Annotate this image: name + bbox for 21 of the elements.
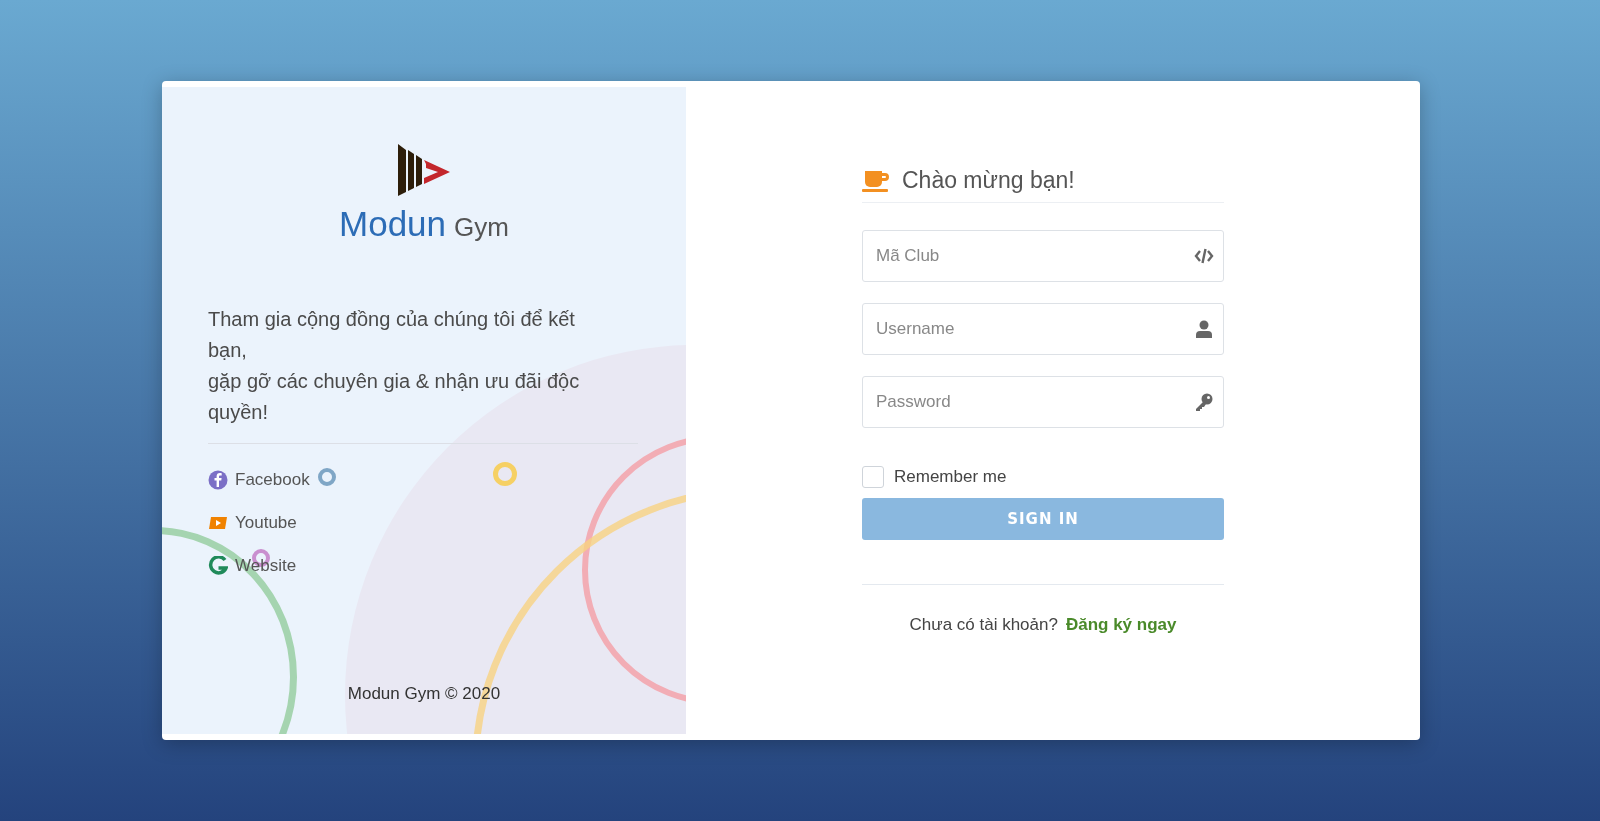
key-icon	[1194, 392, 1214, 412]
signup-link[interactable]: Đăng ký ngay	[1065, 615, 1177, 635]
social-link[interactable]: Website	[208, 556, 297, 576]
remember-label: Remember me	[894, 467, 1007, 487]
user-icon	[1194, 319, 1214, 339]
code-icon	[1194, 246, 1214, 266]
welcome-title: Chào mừng bạn!	[902, 167, 1075, 194]
social-link[interactable]: Facebook	[208, 470, 310, 490]
copyright-text: Modun Gym © 2020	[347, 684, 501, 704]
f-letter-icon	[208, 470, 228, 490]
text-field[interactable]: Password	[862, 376, 1224, 428]
signup-prompt: Chưa có tài khoản?	[909, 615, 1058, 635]
cup-icon	[862, 169, 890, 192]
social-link[interactable]: Youtube	[208, 513, 297, 533]
brand-name: Modun Gym	[339, 204, 509, 244]
intro-text: gặp gỡ các chuyên gia & nhận ưu đãi độc quyền!	[208, 369, 581, 425]
g-letter-icon	[208, 556, 228, 576]
text-field[interactable]: Username	[862, 303, 1224, 355]
text-field[interactable]: Mã Club	[862, 230, 1224, 282]
logo-icon	[396, 142, 452, 198]
checkbox[interactable]	[862, 466, 884, 488]
